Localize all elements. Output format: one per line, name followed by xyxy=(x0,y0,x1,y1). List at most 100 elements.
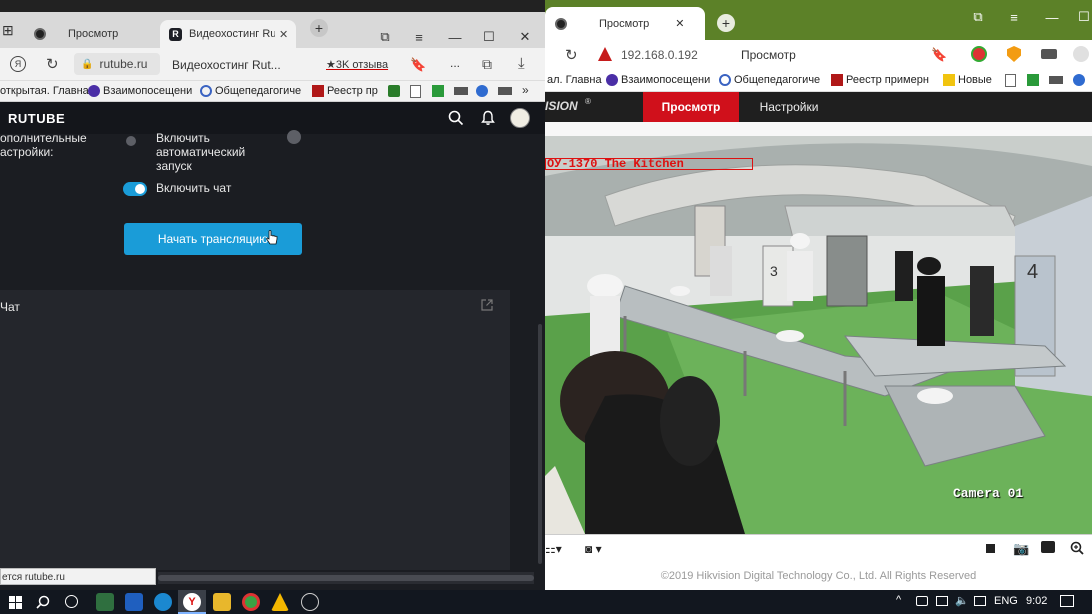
minimize-button[interactable]: — xyxy=(438,24,472,50)
add-tab-button[interactable]: + xyxy=(310,19,328,37)
more-button[interactable]: ... xyxy=(450,56,460,70)
camera-feed[interactable]: 3 4 ОУ-1370 The Kitchen Camera 01 xyxy=(545,136,1092,534)
notifications-icon[interactable] xyxy=(1060,595,1074,607)
volume-icon[interactable]: 🔈 xyxy=(955,594,969,607)
zoom-icon[interactable] xyxy=(1070,541,1084,555)
bookmark-item[interactable]: открытая. Главна xyxy=(0,85,89,97)
url-ip[interactable]: 192.168.0.192 xyxy=(621,48,698,62)
stream-icon[interactable]: ◙ ▾ xyxy=(585,542,602,556)
chat-toggle[interactable] xyxy=(123,182,147,196)
bookmark-icon[interactable]: 🔖 xyxy=(410,57,426,73)
settings-label: ополнительные астройки: xyxy=(0,131,87,159)
bar-icon[interactable] xyxy=(454,87,468,95)
stop-icon[interactable] xyxy=(986,544,995,553)
camera-favicon-icon xyxy=(34,28,46,40)
extensions-icon[interactable]: ⧉ xyxy=(482,56,492,73)
bookmark-item[interactable]: Новые xyxy=(958,74,992,86)
game-bar-icon[interactable] xyxy=(96,593,114,611)
app-icon[interactable] xyxy=(301,593,319,611)
menu-icon[interactable]: ≡ xyxy=(997,4,1031,30)
close-tab-icon[interactable]: ✕ xyxy=(279,28,288,41)
popout-icon[interactable] xyxy=(481,299,493,311)
extension-icon[interactable] xyxy=(1041,49,1057,59)
globe-icon[interactable] xyxy=(476,85,488,97)
network-icon[interactable] xyxy=(974,596,986,606)
download-icon[interactable]: ⤓ xyxy=(518,55,525,72)
reviews-badge[interactable]: ★3K отзыва xyxy=(326,58,388,71)
bell-icon[interactable] xyxy=(481,110,495,126)
word-icon[interactable] xyxy=(125,593,143,611)
bookmark-favicon-icon xyxy=(943,74,955,86)
shield-icon[interactable] xyxy=(388,85,400,97)
windows-start-icon[interactable] xyxy=(9,596,22,609)
tab-preview[interactable]: Просмотр xyxy=(643,92,739,122)
doc-icon[interactable] xyxy=(410,85,421,98)
avatar[interactable] xyxy=(510,108,530,128)
bookmark-item[interactable]: Взаимопосещени xyxy=(103,85,192,97)
minimize-button[interactable]: — xyxy=(1035,4,1069,30)
autostart-radio[interactable] xyxy=(126,136,136,146)
camera-snapshot-icon[interactable]: 📷 xyxy=(1013,541,1029,557)
tab-preview-label: Просмотр xyxy=(661,100,721,114)
record-icon[interactable] xyxy=(1041,541,1055,553)
url-pill[interactable]: 🔒 rutube.ru xyxy=(74,53,160,75)
extension-icon[interactable] xyxy=(971,46,987,62)
tab-prosmotr-left[interactable]: Просмотр xyxy=(28,20,160,48)
overflow-chevron-icon[interactable]: » xyxy=(522,83,529,97)
search-icon[interactable] xyxy=(448,110,464,126)
file-explorer-icon[interactable] xyxy=(213,593,231,611)
tray-icon[interactable] xyxy=(936,596,948,606)
clock[interactable]: 9:02 xyxy=(1026,595,1047,607)
maximize-button[interactable]: ☐ xyxy=(1067,4,1092,30)
profile-icon[interactable] xyxy=(1073,46,1089,62)
menu-icon[interactable]: ≡ xyxy=(402,24,436,50)
bookmark-item[interactable]: Общепедагогиче xyxy=(734,74,820,86)
check-icon[interactable] xyxy=(1027,74,1039,86)
app-icon[interactable] xyxy=(271,593,289,611)
tray-icon[interactable] xyxy=(916,596,928,606)
info-icon[interactable] xyxy=(287,130,301,144)
bookmark-favicon-icon xyxy=(831,74,843,86)
chat-title: Чат xyxy=(0,300,20,314)
edge-icon[interactable] xyxy=(154,593,172,611)
horizontal-scrollbar[interactable] xyxy=(158,572,534,584)
collections-icon[interactable]: ⧉ xyxy=(961,4,995,30)
check-icon[interactable] xyxy=(432,85,444,97)
tab-label: Просмотр xyxy=(68,28,119,40)
shield-icon[interactable] xyxy=(1007,46,1021,62)
bookmark-item[interactable]: Взаимопосещени xyxy=(621,74,710,86)
vertical-scrollbar[interactable] xyxy=(536,134,544,574)
yandex-icon[interactable]: Я xyxy=(10,56,26,72)
bookmark-item[interactable]: ал. Главна xyxy=(547,74,602,86)
reload-icon[interactable]: ↻ xyxy=(565,46,578,64)
bar-icon[interactable] xyxy=(1049,76,1063,84)
bookmark-item[interactable]: Реестр пр xyxy=(327,85,378,97)
yandex-browser-taskbar[interactable]: Y xyxy=(178,590,206,614)
collections-icon[interactable]: ⧉ xyxy=(368,24,402,50)
cortana-icon[interactable] xyxy=(65,595,78,608)
tab-prosmotr-right[interactable]: Просмотр ✕ xyxy=(545,7,705,40)
language-indicator[interactable]: ENG xyxy=(994,595,1018,607)
bookmark-item[interactable]: Реестр примерн xyxy=(846,74,929,86)
right-toolbar: ↻ 192.168.0.192 Просмотр 🔖 xyxy=(545,40,1092,70)
bookmark-icon[interactable]: 🔖 xyxy=(931,47,947,63)
tab-settings[interactable]: Настройки xyxy=(741,92,837,122)
reload-icon[interactable]: ↻ xyxy=(46,55,59,73)
tray-chevron-icon[interactable]: ^ xyxy=(896,594,901,606)
add-tab-button[interactable]: + xyxy=(717,14,735,32)
new-tab-icon[interactable]: ⊞ xyxy=(2,22,14,39)
globe-icon[interactable] xyxy=(1073,74,1085,86)
rutube-header: RUTUBE xyxy=(0,102,545,134)
maximize-button[interactable]: ☐ xyxy=(472,24,506,50)
search-icon[interactable] xyxy=(36,595,50,609)
close-window-button[interactable]: ✕ xyxy=(508,24,542,50)
bar-icon[interactable] xyxy=(498,87,512,95)
layout-icon[interactable]: ⚏▾ xyxy=(545,542,562,556)
bookmark-item[interactable]: Общепедагогиче xyxy=(215,85,301,97)
doc-icon[interactable] xyxy=(1005,74,1016,87)
warning-icon[interactable] xyxy=(598,47,612,61)
tab-rutube[interactable]: R Видеохостинг Rutu ✕ xyxy=(160,20,296,48)
chrome-icon[interactable] xyxy=(242,593,260,611)
close-tab-icon[interactable]: ✕ xyxy=(675,17,684,30)
rutube-logo[interactable]: RUTUBE xyxy=(8,111,65,126)
